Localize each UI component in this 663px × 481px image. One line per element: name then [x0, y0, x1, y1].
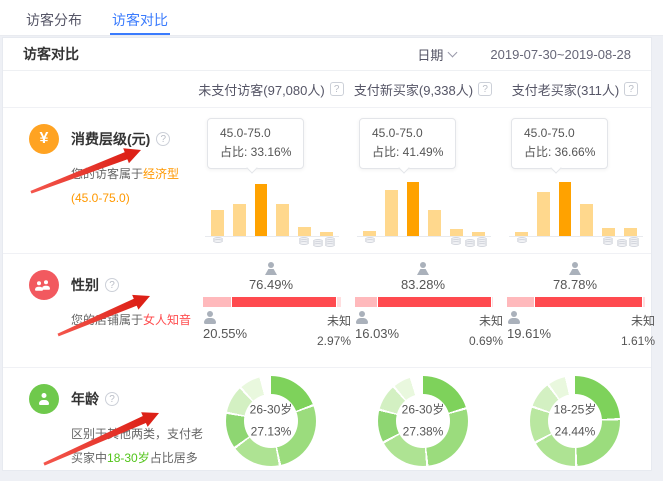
age-chart-old: 18-25岁 24.44%: [499, 368, 651, 472]
yuan-icon: ¥: [29, 124, 59, 154]
female-icon: [568, 262, 582, 275]
chart-tooltip: 45.0-75.0 占比: 33.16%: [207, 118, 304, 169]
gender-title: 性别 ?: [71, 275, 119, 295]
consumption-title: 消费层级(元) ?: [71, 129, 170, 149]
panel-header: 访客对比 日期 2019-07-30~2019-08-28: [3, 38, 651, 71]
bar-chart[interactable]: [509, 179, 643, 237]
price-axis: [205, 239, 339, 259]
age-title: 年龄 ?: [71, 389, 119, 409]
visitor-comparison-panel: 访客对比 日期 2019-07-30~2019-08-28 未支付访客(97,0…: [2, 37, 652, 471]
age-chart-unpaid: 26-30岁 27.13%: [195, 368, 347, 472]
bar-chart[interactable]: [205, 179, 339, 237]
consumption-chart-old: 45.0-75.0 占比: 36.66%: [499, 108, 651, 259]
age-label-cell: 年龄 ? 区别于其他两类，支付老买家中18-30岁占比居多: [3, 368, 195, 472]
male-icon: [203, 311, 217, 324]
tab-visitor-comparison[interactable]: 访客对比: [110, 0, 170, 35]
gender-bar[interactable]: [355, 297, 493, 307]
female-percent: 76.49%: [249, 277, 293, 292]
price-axis: [509, 239, 643, 259]
age-donut-chart[interactable]: 26-30岁 27.13%: [226, 376, 316, 466]
coins-icon: [465, 239, 487, 247]
consumption-chart-new: 45.0-75.0 占比: 41.49%: [347, 108, 499, 259]
coins-icon: [365, 239, 375, 243]
chevron-down-icon: [448, 48, 458, 58]
age-chart-new: 26-30岁 27.38%: [347, 368, 499, 472]
coins-icon: [517, 239, 527, 243]
people-icon: [29, 270, 59, 300]
gender-chart-old: 78.78% 19.61% 未知 1.61%: [499, 254, 651, 367]
column-headers: 未支付访客(97,080人) ? 支付新买家(9,338人) ? 支付老买家(3…: [3, 71, 651, 107]
gender-bar[interactable]: [507, 297, 645, 307]
tab-visitor-distribution[interactable]: 访客分布: [24, 0, 84, 35]
column-header-unpaid: 未支付访客(97,080人) ?: [195, 71, 347, 107]
chart-tooltip: 45.0-75.0 占比: 41.49%: [359, 118, 456, 169]
help-icon[interactable]: ?: [105, 392, 119, 406]
coins-icon: [213, 239, 223, 243]
unknown-percent: 未知 0.69%: [469, 311, 503, 352]
gender-chart-unpaid: 76.49% 20.55% 未知 2.97%: [195, 254, 347, 367]
help-icon[interactable]: ?: [478, 82, 492, 96]
date-dropdown[interactable]: 日期: [417, 45, 456, 64]
coins-icon: [603, 239, 613, 245]
female-icon: [264, 262, 278, 275]
donut-center-label: 26-30岁 27.38%: [383, 399, 463, 442]
chart-tooltip: 45.0-75.0 占比: 36.66%: [511, 118, 608, 169]
help-icon[interactable]: ?: [624, 82, 638, 96]
age-row: 年龄 ? 区别于其他两类，支付老买家中18-30岁占比居多 26-30岁 27.…: [3, 367, 651, 472]
male-percent: 16.03%: [355, 326, 399, 341]
donut-center-label: 26-30岁 27.13%: [231, 399, 311, 442]
column-header-old-buyers: 支付老买家(311人) ?: [499, 71, 651, 107]
coins-icon: [451, 239, 461, 245]
consumption-row: ¥ 消费层级(元) ? 您的访客属于经济型(45.0-75.0) 45.0-75…: [3, 107, 651, 253]
male-icon: [355, 311, 369, 324]
coins-icon: [299, 239, 309, 245]
help-icon[interactable]: ?: [105, 278, 119, 292]
coins-icon: [313, 239, 335, 247]
consumption-chart-unpaid: 45.0-75.0 占比: 33.16%: [195, 108, 347, 259]
help-icon[interactable]: ?: [330, 82, 344, 96]
tab-bar: 访客分布 访客对比: [0, 0, 663, 36]
panel-title: 访客对比: [23, 44, 79, 64]
male-percent: 20.55%: [203, 326, 247, 341]
female-icon: [416, 262, 430, 275]
unknown-percent: 未知 1.61%: [621, 311, 655, 352]
column-header-new-buyers: 支付新买家(9,338人) ?: [347, 71, 499, 107]
bar-chart[interactable]: [357, 179, 491, 237]
female-percent: 83.28%: [401, 277, 445, 292]
female-percent: 78.78%: [553, 277, 597, 292]
help-icon[interactable]: ?: [156, 132, 170, 146]
gender-chart-new: 83.28% 16.03% 未知 0.69%: [347, 254, 499, 367]
donut-center-label: 18-25岁 24.44%: [535, 399, 615, 442]
age-donut-chart[interactable]: 26-30岁 27.38%: [378, 376, 468, 466]
unknown-percent: 未知 2.97%: [317, 311, 351, 352]
male-percent: 19.61%: [507, 326, 551, 341]
person-icon: [29, 384, 59, 414]
age-donut-chart[interactable]: 18-25岁 24.44%: [530, 376, 620, 466]
price-axis: [357, 239, 491, 259]
male-icon: [507, 311, 521, 324]
gender-bar[interactable]: [203, 297, 341, 307]
coins-icon: [617, 239, 639, 247]
date-range-value[interactable]: 2019-07-30~2019-08-28: [490, 47, 631, 62]
